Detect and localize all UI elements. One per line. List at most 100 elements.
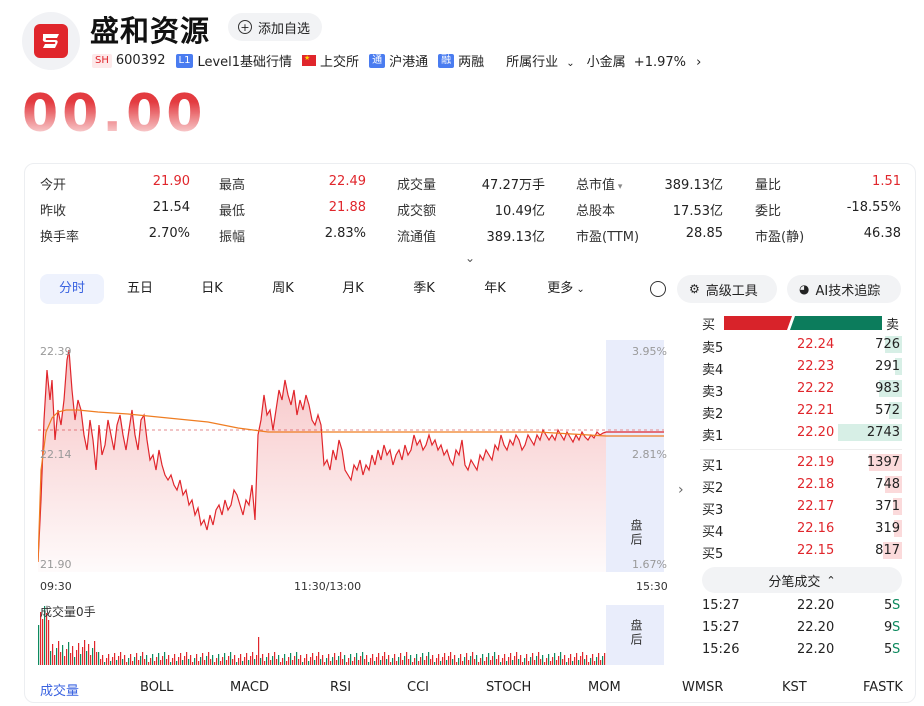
volume-bar [56,648,58,665]
volume-bar [176,661,178,665]
tab-1[interactable]: 五日 [104,274,176,304]
volume-bar [492,656,494,665]
tab-7[interactable]: 更多 ⌄ [530,274,602,304]
sell-price: 22.22 [797,381,835,396]
tab-5[interactable]: 季K [388,274,460,304]
volume-bar [128,658,130,665]
volume-bar [450,652,452,665]
tab-label: 日K [201,281,223,296]
sell-row[interactable]: 卖3 22.22 983 [700,379,902,400]
ai-tracking-button[interactable]: ◕ AI技术追踪 [787,275,901,303]
indicator-tab[interactable]: WMSR [682,680,723,695]
volume-bar [170,662,172,665]
volume-bar [318,652,320,665]
industry-link[interactable]: 小金属 +1.97% › [587,51,702,70]
volume-bar [60,652,62,665]
buy-row[interactable]: 买3 22.17 371 [700,497,902,518]
volume-bar [562,659,564,665]
volume-bar [202,653,204,665]
volume-bar [322,655,324,665]
sell-row[interactable]: 卖5 22.24 726 [700,335,902,356]
advanced-tools-button[interactable]: ⚙ 高级工具 [677,275,777,303]
tab-label: 分时 [58,281,85,296]
tab-4[interactable]: 月K [318,274,388,304]
caret-down-icon[interactable]: ▾ [615,182,623,192]
volume-bar [494,652,496,665]
volume-bar [568,658,570,665]
volume-bar [498,655,500,665]
expand-chevron-icon[interactable]: ⌄ [465,251,475,265]
buy-row[interactable]: 买2 22.18 748 [700,475,902,496]
volume-bar [532,653,534,665]
volume-bar [502,658,504,665]
volume-bar [372,654,374,665]
sell-vol: 2743 [866,425,900,440]
stat-label: 成交额 [397,204,437,219]
volume-bar [544,662,546,665]
buy-row[interactable]: 买1 22.19 1397 [700,453,902,474]
pct-label-bottom: 1.67% [632,558,667,571]
volume-bar [542,655,544,665]
volume-bar [164,652,166,665]
volume-bar [604,653,606,665]
indicator-tab[interactable]: RSI [330,680,351,695]
tab-6[interactable]: 年K [460,274,530,304]
buy-row[interactable]: 买4 22.16 319 [700,519,902,540]
volume-bar [182,660,184,665]
industry-change: +1.97% [633,55,686,70]
volume-bar [222,657,224,665]
pct-label-mid: 2.81% [632,448,667,461]
volume-bar [262,654,264,665]
stat-value: 21.88 [328,200,366,215]
volume-bar [228,656,230,665]
level1-label[interactable]: Level1基础行情 [197,51,292,70]
volume-bar [596,657,598,665]
volume-bar [348,658,350,665]
sell-header: 卖 [886,318,900,333]
volume-bar [468,660,470,665]
volume-bar [334,653,336,665]
industry-dropdown[interactable]: 所属行业 ⌄ [506,51,587,70]
volume-bar [350,654,352,665]
ai-icon: ◕ [799,282,810,296]
industry-label: 所属行业 [506,55,559,70]
margin-label: 两融 [458,55,485,70]
collapse-arrow-icon[interactable]: › [678,482,684,498]
volume-bar [458,658,460,665]
buy-header: 买 [702,318,716,333]
volume-bar [560,652,562,665]
ticks-toggle-button[interactable]: 分笔成交 ⌃ [702,567,902,593]
sell-price: 22.23 [797,359,835,374]
tab-0[interactable]: 分时 [40,274,104,304]
tab-3[interactable]: 周K [248,274,318,304]
sell-row[interactable]: 卖1 22.20 2743 [700,423,902,444]
volume-bar [172,658,174,665]
volume-bar [536,656,538,665]
tools-icon: ⚙ [689,282,700,296]
buy-row[interactable]: 买5 22.15 817 [700,541,902,562]
volume-bar [246,653,248,665]
indicator-tab[interactable]: MOM [588,680,621,695]
indicator-tab[interactable]: STOCH [486,680,531,695]
volume-bar [342,659,344,665]
tab-2[interactable]: 日K [176,274,248,304]
volume-bar [92,648,94,665]
ai-chat-icon[interactable] [650,281,666,297]
intraday-chart[interactable] [38,340,668,670]
indicator-tab[interactable]: 成交量 [40,680,79,699]
sell-row[interactable]: 卖4 22.23 291 [700,357,902,378]
y-label-mid: 22.14 [40,448,72,461]
indicator-tab[interactable]: FASTK [863,680,903,695]
tick-time: 15:27 [702,620,740,635]
indicator-tab[interactable]: BOLL [140,680,173,695]
indicator-tab[interactable]: MACD [230,680,269,695]
indicator-tab[interactable]: KST [782,680,807,695]
volume-bar [242,661,244,665]
sell-row[interactable]: 卖2 22.21 572 [700,401,902,422]
add-watchlist-button[interactable]: + 添加自选 [228,13,323,41]
volume-bar [280,662,282,665]
indicator-tab[interactable]: CCI [407,680,429,695]
volume-bar [474,659,476,665]
volume-bar [130,654,132,665]
volume-bar [84,640,86,665]
